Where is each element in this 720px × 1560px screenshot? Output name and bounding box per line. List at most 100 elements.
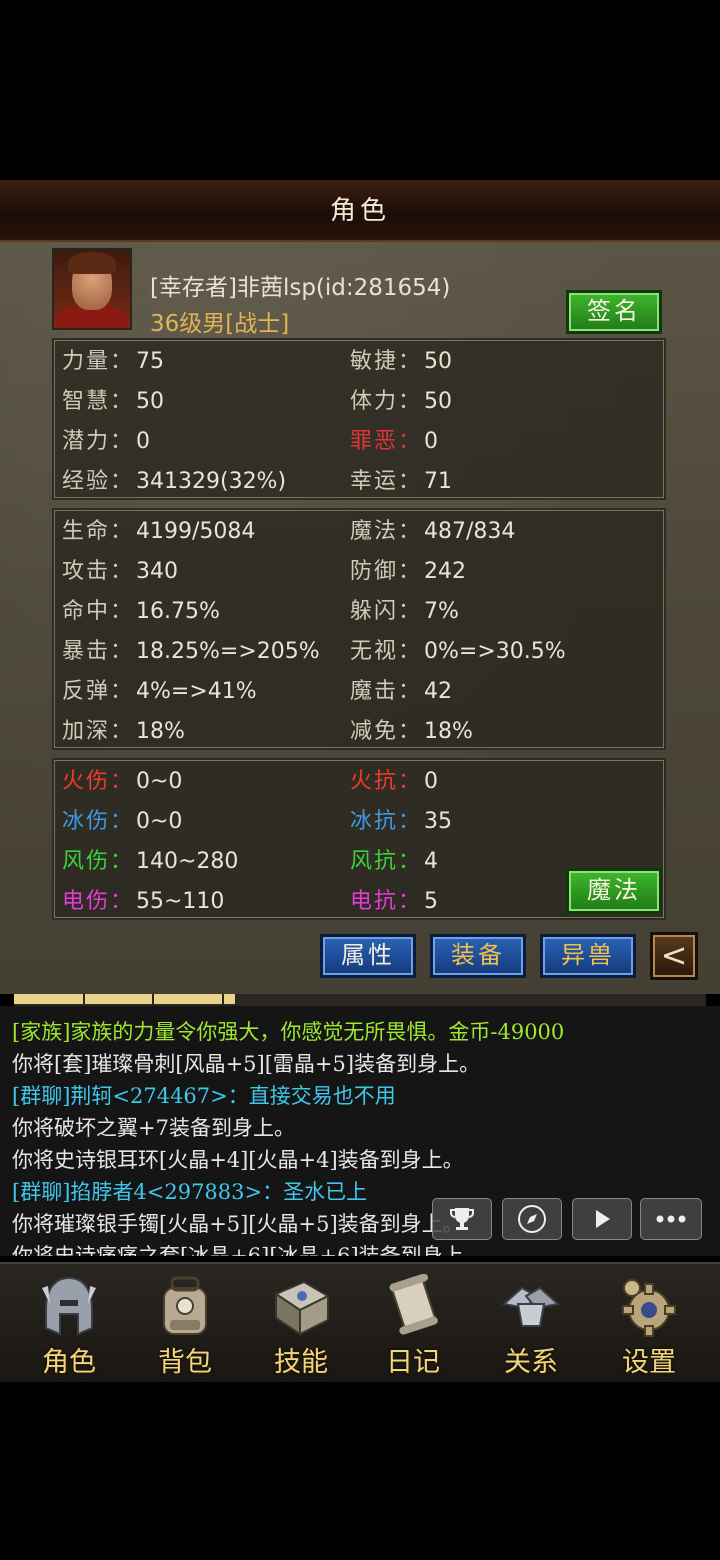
stat-value: 18% [424,719,473,744]
stat-value: 140~280 [136,849,239,874]
avatar-hair [68,252,116,274]
stat-label: 减免： [350,719,423,744]
progress-divider [83,994,86,1006]
stat-value: 7% [424,599,459,624]
magic-button[interactable]: 魔法 [566,868,662,914]
chevron-left-icon: < [660,936,688,974]
stat-label: 命中： [62,599,135,624]
stat-value: 0 [424,429,438,454]
nav-label: 日记 [386,1347,440,1378]
stat-row: 幸运： 71 [350,462,650,502]
compass-icon [518,1205,546,1233]
sign-button[interactable]: 签名 [566,290,662,334]
chat-message: 你将史诗银耳环[火晶+4][火晶+4]装备到身上。 [12,1148,464,1172]
stat-row: 躲闪： 7% [350,592,650,632]
nav-label: 角色 [42,1347,96,1378]
stat-label: 防御： [350,559,423,584]
combat-stats-box: 生命： 4199/5084 魔法： 487/834 攻击： 340 防御： 242 命中： 16.… [52,508,666,750]
stat-value: 487/834 [424,519,516,544]
stat-row: 暴击： 18.25%=>205% [62,632,362,672]
stat-label: 火伤： [62,769,135,794]
stat-row: 冰抗： 35 [350,802,650,842]
stat-value: 0 [424,769,438,794]
progress-divider [360,994,362,1006]
progress-divider [636,994,639,1006]
stat-value: 242 [424,559,466,584]
stat-row: 无视： 0%=>30.5% [350,632,650,672]
stat-value: 0 [136,429,150,454]
stat-value: 50 [424,389,452,414]
nav-label: 背包 [158,1347,212,1378]
stat-label: 攻击： [62,559,135,584]
stat-row: 火抗： 0 [350,762,650,802]
avatar[interactable] [52,248,132,330]
trophy-button[interactable] [432,1198,492,1240]
progress-divider [290,994,293,1006]
chat-message: [群聊]荆轲<274467>：直接交易也不用 [12,1084,396,1108]
stat-label: 冰抗： [350,809,423,834]
more-icon [656,1215,686,1223]
more-button[interactable] [640,1198,702,1240]
stat-row: 敏捷： 50 [350,342,650,382]
chat-message: 你将破坏之翼+7装备到身上。 [12,1116,295,1140]
nav-label: 技能 [274,1347,328,1378]
stat-label: 火抗： [350,769,423,794]
stat-row: 体力： 50 [350,382,650,422]
nav-item[interactable]: 技能 [246,1268,356,1378]
stat-row: 力量： 75 [62,342,362,382]
player-name: [幸存者]非茜lsp(id:281654) [150,275,451,301]
nav-item[interactable]: 背包 [130,1268,240,1378]
progress-fill [14,994,236,1004]
nav-item[interactable]: 角色 [14,1268,124,1378]
chat-message: [家族]家族的力量令你强大，你感觉无所畏惧。金币-49000 [12,1020,565,1044]
stat-label: 幸运： [350,469,423,494]
collapse-button[interactable]: < [650,932,698,980]
backpack-icon [154,1274,216,1340]
stat-value: 71 [424,469,452,494]
chat-message: 你将史诗痛痛之套[冰晶+6][冰晶+6]装备到身上。 [12,1244,485,1256]
basic-stats-box: 力量： 75 敏捷： 50 智慧： 50 体力： 50 潜力： 0 罪恶： 0 经验： 341329(32… [52,338,666,500]
nav-label: 关系 [504,1347,558,1378]
stat-label: 暴击： [62,639,135,664]
stat-value: 18% [136,719,185,744]
trophy-icon [450,1208,474,1230]
nav-item[interactable]: 关系 [476,1268,586,1378]
skill-book-icon [270,1274,332,1340]
stat-value: 16.75% [136,599,220,624]
stat-label: 魔法： [350,519,423,544]
nav-item[interactable]: 日记 [358,1268,468,1378]
play-button[interactable] [572,1198,632,1240]
stat-row: 命中： 16.75% [62,592,362,632]
stat-label: 潜力： [62,429,135,454]
tab-attributes[interactable]: 属性 [320,934,416,978]
stat-row: 冰伤： 0~0 [62,802,362,842]
stat-label: 敏捷： [350,349,423,374]
stat-row: 火伤： 0~0 [62,762,362,802]
stat-label: 风伤： [62,849,135,874]
stat-row: 魔击： 42 [350,672,650,712]
handshake-icon [500,1274,562,1340]
progress-divider [221,994,224,1006]
nav-item[interactable]: 设置 [594,1268,704,1378]
stat-label: 反弹： [62,679,135,704]
stat-label: 电抗： [350,889,423,914]
stat-row: 经验： 341329(32%) [62,462,362,502]
stat-row: 减免： 18% [350,712,650,752]
stat-value: 4199/5084 [136,519,256,544]
gear-icon [618,1274,680,1340]
stat-row: 电伤： 55~110 [62,882,362,922]
stat-value: 0~0 [136,769,183,794]
stat-label: 经验： [62,469,135,494]
stat-label: 风抗： [350,849,423,874]
stat-value: 50 [136,389,164,414]
progress-divider [429,994,432,1006]
stat-row: 潜力： 0 [62,422,362,462]
stat-value: 35 [424,809,452,834]
stat-row: 智慧： 50 [62,382,362,422]
compass-button[interactable] [502,1198,562,1240]
tab-beast[interactable]: 异兽 [540,934,636,978]
tab-equipment[interactable]: 装备 [430,934,526,978]
stat-row: 加深： 18% [62,712,362,752]
stat-label: 罪恶： [350,429,423,454]
stat-label: 力量： [62,349,135,374]
